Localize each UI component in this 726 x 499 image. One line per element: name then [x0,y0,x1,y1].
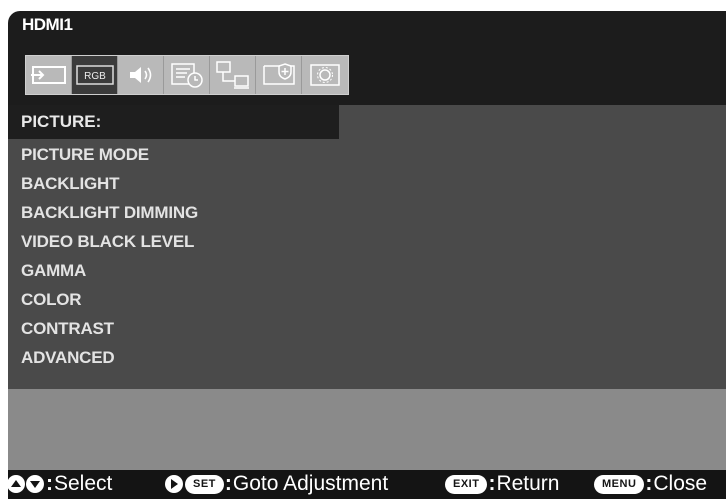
menu-header: PICTURE: [8,105,339,139]
hint-close-text: Close [653,472,708,495]
menu-item-contrast[interactable]: CONTRAST [21,314,198,343]
hint-goto-text: Goto Adjustment [232,472,389,495]
info-area [8,389,726,470]
menu-item-backlight-dimming[interactable]: BACKLIGHT DIMMING [21,198,198,227]
footer-hint-bar: : Select SET: Goto Adjustment EXIT: Return … [8,470,726,499]
menu-panel: PICTURE: PICTURE MODE BACKLIGHT BACKLIGH… [8,105,726,389]
hint-select-text: Select [54,472,113,495]
hint-return: EXIT: Return [445,472,559,496]
rgb-icon[interactable]: RGB [72,56,118,94]
menu-item-picture-mode[interactable]: PICTURE MODE [21,140,198,169]
menu-item-video-black-level[interactable]: VIDEO BLACK LEVEL [21,227,198,256]
svg-text:RGB: RGB [84,71,106,82]
schedule-icon[interactable] [164,56,210,94]
set-key-icon: SET [185,474,224,494]
hint-goto: SET: Goto Adjustment [163,472,388,496]
hint-return-text: Return [496,472,560,495]
menu-list: PICTURE MODE BACKLIGHT BACKLIGHT DIMMING… [21,140,198,372]
menu-key-icon: MENU [594,474,645,494]
menu-item-backlight[interactable]: BACKLIGHT [21,169,198,198]
input-icon[interactable] [26,56,72,94]
up-down-icon [8,475,44,493]
right-icon [165,475,183,493]
system-icon[interactable] [302,56,348,94]
osd-window: HDMI1 RGB PICTURE: PICTURE MODE BACKLIGH… [8,11,726,499]
network-icon[interactable] [210,56,256,94]
hint-select: : Select [8,472,112,496]
menu-item-color[interactable]: COLOR [21,285,198,314]
protect-icon[interactable] [256,56,302,94]
exit-key-icon: EXIT [445,474,488,494]
menu-header-label: PICTURE: [21,112,102,131]
category-icon-bar: RGB [25,55,349,95]
menu-item-gamma[interactable]: GAMMA [21,256,198,285]
menu-item-advanced[interactable]: ADVANCED [21,343,198,372]
hint-close: MENU: Close [594,472,707,496]
audio-icon[interactable] [118,56,164,94]
input-source-label: HDMI1 [22,15,73,34]
